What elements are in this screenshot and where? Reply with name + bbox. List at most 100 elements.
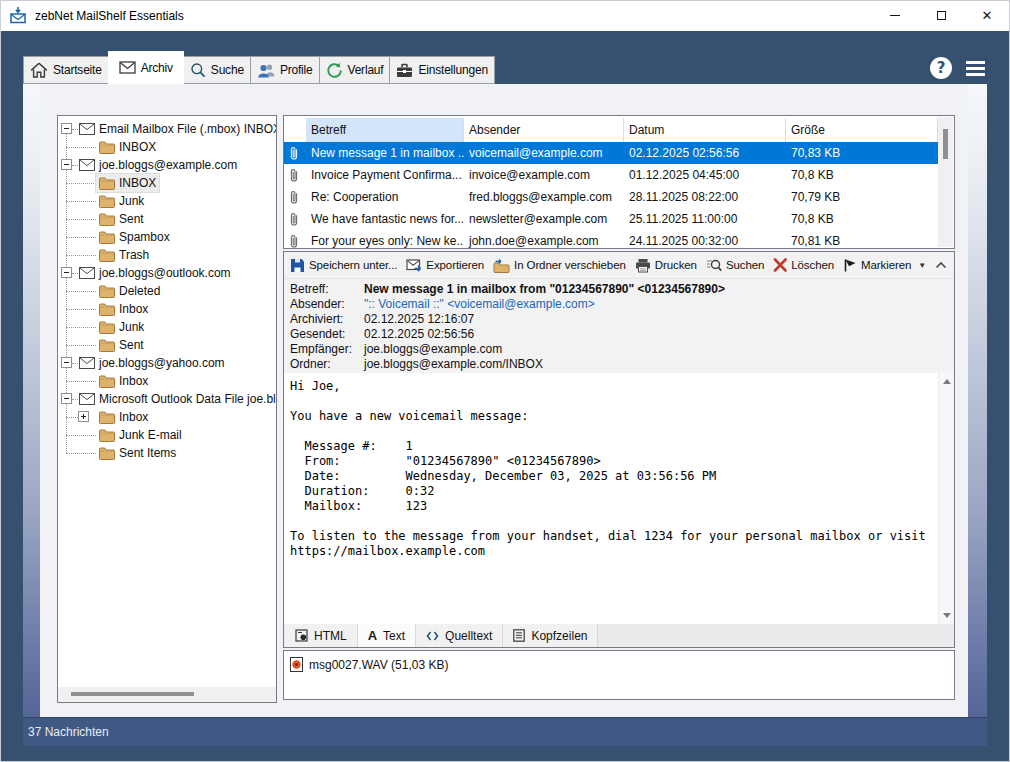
collapse-preview-button[interactable] bbox=[935, 261, 947, 269]
view-tab-label: Text bbox=[383, 629, 405, 643]
expand-plus-icon[interactable] bbox=[78, 411, 89, 422]
mark-button[interactable]: Markieren▼ bbox=[843, 258, 926, 272]
column-header-gre[interactable]: Größe bbox=[786, 118, 938, 142]
help-button[interactable]: ? bbox=[930, 57, 952, 79]
tree-item-joe-bloggs-outlook-com[interactable]: joe.bloggs@outlook.com bbox=[58, 264, 276, 282]
save-button[interactable]: Speichern unter... bbox=[290, 258, 397, 273]
tree-item-content: joe.bloggs@yahoo.com bbox=[76, 354, 228, 372]
history-icon bbox=[326, 62, 343, 79]
message-row[interactable]: New message 1 in mailbox ...voicemail@ex… bbox=[284, 142, 938, 164]
folder-move-icon bbox=[493, 258, 510, 273]
scrollbar-thumb[interactable] bbox=[71, 692, 194, 696]
header-field: Empfänger:joe.bloggs@example.com bbox=[284, 341, 954, 357]
collapse-minus-icon[interactable] bbox=[61, 393, 72, 404]
collapse-minus-icon[interactable] bbox=[61, 123, 72, 134]
tree-item-junk-e-mail[interactable]: Junk E-mail bbox=[58, 426, 276, 444]
delete-button[interactable]: Löschen bbox=[773, 258, 834, 272]
folder-icon bbox=[99, 339, 115, 352]
doc-lines-icon bbox=[513, 629, 525, 642]
folder-icon bbox=[99, 195, 115, 208]
scroll-up-icon[interactable] bbox=[943, 379, 951, 384]
search-icon bbox=[190, 62, 206, 78]
tree-item-junk[interactable]: Junk bbox=[58, 192, 276, 210]
button-label: Suchen bbox=[726, 259, 764, 271]
paperclip-icon bbox=[289, 234, 299, 249]
tree-item-inbox[interactable]: Inbox bbox=[58, 372, 276, 390]
message-size: 70,8 KB bbox=[786, 164, 938, 186]
message-sender: invoice@example.com bbox=[464, 164, 624, 186]
folder-icon bbox=[99, 249, 115, 262]
message-list: BetreffAbsender Datum Größe New message 1 … bbox=[283, 115, 955, 249]
maximize-icon bbox=[937, 11, 946, 20]
tab-startseite[interactable]: Startseite bbox=[23, 56, 109, 84]
message-row[interactable]: We have fantastic news for...newsletter@… bbox=[284, 208, 938, 230]
tree-item-deleted[interactable]: Deleted bbox=[58, 282, 276, 300]
search-small-icon bbox=[706, 258, 722, 273]
scroll-down-icon[interactable] bbox=[943, 613, 951, 618]
message-row[interactable]: Re: Cooperationfred.bloggs@example.com28… bbox=[284, 186, 938, 208]
tree-item-sent-items[interactable]: Sent Items bbox=[58, 444, 276, 462]
tree-item-trash[interactable]: Trash bbox=[58, 246, 276, 264]
view-tab-quelltext[interactable]: Quelltext bbox=[416, 624, 503, 647]
menu-button[interactable] bbox=[966, 61, 985, 76]
tree-item-sent[interactable]: Sent bbox=[58, 210, 276, 228]
folder-icon bbox=[99, 213, 115, 226]
column-header-absender[interactable]: Absender bbox=[464, 118, 624, 142]
tree-item-junk[interactable]: Junk bbox=[58, 318, 276, 336]
hamburger-icon bbox=[966, 61, 985, 64]
maximize-button[interactable] bbox=[918, 0, 964, 31]
message-row[interactable]: Invoice Payment Confirma...invoice@examp… bbox=[284, 164, 938, 186]
tree-item-inbox[interactable]: INBOX bbox=[58, 174, 276, 192]
close-button[interactable]: ✕ bbox=[964, 0, 1010, 31]
tab-label: Archiv bbox=[141, 61, 173, 75]
message-list-scrollbar[interactable] bbox=[938, 117, 953, 247]
folder-icon bbox=[99, 447, 115, 460]
export-button[interactable]: Exportieren bbox=[406, 258, 484, 272]
minimize-button[interactable] bbox=[872, 0, 918, 31]
tree-item-content: Junk bbox=[96, 318, 147, 336]
collapse-minus-icon[interactable] bbox=[61, 159, 72, 170]
tree-item-inbox[interactable]: Inbox bbox=[58, 300, 276, 318]
tree-item-joe-bloggs-example-com[interactable]: joe.bloggs@example.com bbox=[58, 156, 276, 174]
tab-verlauf[interactable]: Verlauf bbox=[319, 56, 391, 84]
tree-line bbox=[66, 309, 96, 310]
collapse-minus-icon[interactable] bbox=[61, 267, 72, 278]
tab-einstellungen[interactable]: Einstellungen bbox=[389, 56, 494, 84]
field-label: Betreff: bbox=[290, 282, 328, 296]
tree-item-microsoft-outlook-data-file-joe-bl[interactable]: Microsoft Outlook Data File joe.bl bbox=[58, 390, 276, 408]
message-body-text: Hi Joe, You have a new voicemail message… bbox=[290, 379, 926, 559]
tree-item-content: joe.bloggs@example.com bbox=[76, 156, 240, 174]
field-value[interactable]: ":: Voicemail ::" <voicemail@example.com… bbox=[364, 297, 595, 311]
view-tab-text[interactable]: AText bbox=[358, 624, 416, 647]
column-header-betreff[interactable]: Betreff bbox=[306, 118, 464, 142]
view-tab-kopfzeilen[interactable]: Kopfzeilen bbox=[503, 624, 598, 647]
tab-archiv[interactable]: Archiv bbox=[108, 51, 184, 84]
tree-horizontal-scrollbar[interactable] bbox=[58, 687, 276, 702]
tree-item-joe-bloggs-yahoo-com[interactable]: joe.bloggs@yahoo.com bbox=[58, 354, 276, 372]
field-label: Absender: bbox=[290, 297, 345, 311]
folder-icon bbox=[99, 411, 115, 424]
column-header-datum[interactable]: Datum bbox=[624, 118, 786, 142]
tree-item-sent[interactable]: Sent bbox=[58, 336, 276, 354]
attachment-item[interactable]: msg0027.WAV (51,03 KB) bbox=[290, 657, 448, 672]
tree-item-inbox[interactable]: INBOX bbox=[58, 138, 276, 156]
scrollbar-thumb[interactable] bbox=[943, 129, 948, 159]
tab-label: Einstellungen bbox=[418, 63, 487, 77]
tree-item-label: INBOX bbox=[119, 140, 156, 154]
view-tab-html[interactable]: HTML bbox=[285, 624, 358, 647]
body-scrollbar[interactable] bbox=[938, 373, 954, 624]
message-row[interactable]: For your eyes only: New ke...john.doe@ex… bbox=[284, 230, 938, 249]
collapse-minus-icon[interactable] bbox=[61, 357, 72, 368]
status-text: 37 Nachrichten bbox=[28, 725, 109, 739]
header-field: Ordner:joe.bloggs@example.com/INBOX bbox=[284, 356, 954, 372]
print-button[interactable]: Drucken bbox=[635, 258, 697, 273]
tree-item-inbox[interactable]: Inbox bbox=[58, 408, 276, 426]
tree-item-email-mailbox-file-mbox-inbox[interactable]: Email Mailbox File (.mbox) INBOX bbox=[58, 120, 276, 138]
tree-line bbox=[66, 255, 96, 256]
move-button[interactable]: In Ordner verschieben bbox=[493, 258, 626, 273]
search-button[interactable]: Suchen bbox=[706, 258, 764, 273]
tab-suche[interactable]: Suche bbox=[183, 56, 251, 84]
tree-item-spambox[interactable]: Spambox bbox=[58, 228, 276, 246]
column-header-label: Datum bbox=[629, 123, 664, 137]
tab-profile[interactable]: Profile bbox=[250, 56, 320, 84]
